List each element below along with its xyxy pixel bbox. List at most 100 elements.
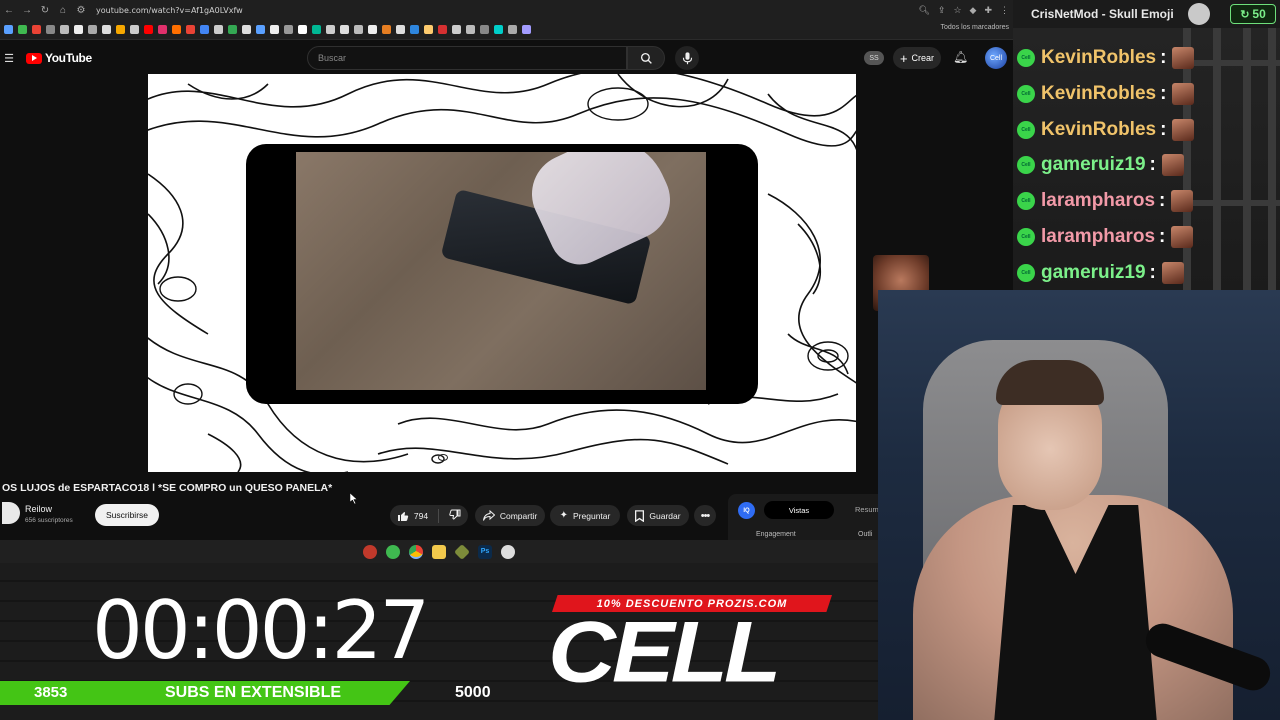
chat-username[interactable]: KevinRobles <box>1041 83 1156 105</box>
chat-username[interactable]: KevinRobles <box>1041 119 1156 141</box>
microphone-icon <box>682 51 692 64</box>
bookmark-icon[interactable] <box>32 25 41 34</box>
channel-name[interactable]: Reilow <box>25 504 52 514</box>
bookmark-icon[interactable] <box>256 25 265 34</box>
streamer-brand-logo: CELL <box>548 603 781 700</box>
video-player[interactable] <box>148 74 856 472</box>
bookmark-icon[interactable] <box>466 25 475 34</box>
bookmark-icon[interactable] <box>424 25 433 34</box>
xbox-app-icon[interactable] <box>386 544 400 559</box>
bookmark-icon[interactable] <box>60 25 69 34</box>
home-icon[interactable]: ⌂ <box>54 0 72 20</box>
bookmark-icon[interactable] <box>18 25 27 34</box>
hamburger-menu-icon[interactable]: ☰ <box>2 52 16 65</box>
channel-points-badge[interactable]: ↻ 50 <box>1230 4 1276 24</box>
bookmark-icon[interactable] <box>438 25 447 34</box>
bookmark-icon[interactable] <box>74 25 83 34</box>
bookmark-icon[interactable] <box>298 25 307 34</box>
like-button[interactable]: 794 <box>397 510 428 522</box>
bookmark-icon <box>635 509 645 522</box>
tab-views[interactable]: Vistas <box>764 501 834 519</box>
back-icon[interactable]: ← <box>0 0 18 20</box>
search-button[interactable] <box>627 46 665 70</box>
zoom-icon[interactable]: 🔍︎ <box>918 5 929 16</box>
bookmark-icon[interactable] <box>382 25 391 34</box>
bookmark-icon[interactable] <box>186 25 195 34</box>
subscribe-button[interactable]: Suscribirse <box>95 504 159 526</box>
photoshop-app-icon[interactable]: Ps <box>478 544 492 559</box>
bookmark-icon[interactable] <box>200 25 209 34</box>
bookmark-icon[interactable] <box>242 25 251 34</box>
site-info-icon[interactable]: ⚙ <box>72 0 90 20</box>
ask-button[interactable]: ✦ Preguntar <box>550 505 620 526</box>
bookmark-icon[interactable] <box>508 25 517 34</box>
account-avatar[interactable]: Cell <box>985 47 1007 69</box>
bookmark-icon[interactable] <box>214 25 223 34</box>
bookmark-icon[interactable] <box>130 25 139 34</box>
file-explorer-icon[interactable] <box>432 544 446 559</box>
engagement-label[interactable]: Engagement <box>756 531 796 538</box>
chat-username[interactable]: gameruiz19 <box>1041 154 1146 176</box>
bookmark-icon[interactable] <box>354 25 363 34</box>
bookmark-star-icon[interactable]: ☆ <box>953 5 961 16</box>
bookmark-icon[interactable] <box>158 25 167 34</box>
url-text[interactable]: youtube.com/watch?v=Af1gA0LVxfw <box>96 6 243 15</box>
chrome-app-icon[interactable] <box>409 544 423 559</box>
extension-icon[interactable]: ◆ <box>970 5 977 16</box>
search-input[interactable]: Buscar <box>307 46 627 70</box>
obs-app-icon[interactable] <box>501 544 515 559</box>
forward-icon[interactable]: → <box>18 0 36 20</box>
bookmark-icon[interactable] <box>480 25 489 34</box>
chat-header: CrisNetMod - Skull Emoji ↻ 50 <box>1013 0 1280 28</box>
bookmark-icon[interactable] <box>410 25 419 34</box>
reload-icon[interactable]: ↻ <box>36 0 54 20</box>
ss-extension-badge[interactable]: SS <box>864 51 884 65</box>
bookmark-icon[interactable] <box>144 25 153 34</box>
bookmark-icon[interactable] <box>368 25 377 34</box>
bookmark-icon[interactable] <box>452 25 461 34</box>
bookmark-icon[interactable] <box>494 25 503 34</box>
bookmark-icon[interactable] <box>312 25 321 34</box>
chat-message: Cell gameruiz19: <box>1017 258 1184 288</box>
more-actions-button[interactable]: ••• <box>694 505 716 526</box>
bookmarks-folder[interactable]: Todos los marcadores <box>941 24 1009 31</box>
bookmark-icon[interactable] <box>88 25 97 34</box>
save-label: Guardar <box>649 510 681 521</box>
chat-message: Cell KevinRobles: <box>1017 43 1195 73</box>
chat-username[interactable]: KevinRobles <box>1041 47 1156 69</box>
dislike-button[interactable] <box>449 509 461 523</box>
bookmark-icon[interactable] <box>284 25 293 34</box>
bookmark-icon[interactable] <box>270 25 279 34</box>
analytics-logo[interactable]: IQ <box>738 502 755 519</box>
minecraft-app-icon[interactable] <box>454 543 470 560</box>
youtube-logo[interactable]: YouTube <box>26 51 92 65</box>
bookmark-icon[interactable] <box>228 25 237 34</box>
bookmark-icon[interactable] <box>46 25 55 34</box>
create-button[interactable]: + Crear <box>893 47 941 69</box>
chat-emote-icon <box>1171 226 1194 248</box>
bookmark-icon[interactable] <box>116 25 125 34</box>
recorder-app-icon[interactable] <box>363 544 377 559</box>
outline-label[interactable]: Outli <box>858 531 872 538</box>
chat-username[interactable]: larampharos <box>1041 226 1155 248</box>
bookmark-icon[interactable] <box>340 25 349 34</box>
chat-username[interactable]: gameruiz19 <box>1041 262 1146 284</box>
save-button[interactable]: Guardar <box>627 505 689 526</box>
bookmark-icon[interactable] <box>4 25 13 34</box>
browser-window: ← → ↻ ⌂ ⚙ youtube.com/watch?v=Af1gA0LVxf… <box>0 0 1013 540</box>
tab-summary[interactable]: Resum <box>855 505 878 514</box>
bookmark-icon[interactable] <box>102 25 111 34</box>
share-page-icon[interactable]: ⇪ <box>938 5 946 16</box>
share-button[interactable]: Compartir <box>475 505 545 526</box>
bookmark-icon[interactable] <box>522 25 531 34</box>
bookmark-icon[interactable] <box>326 25 335 34</box>
bookmark-icon[interactable] <box>172 25 181 34</box>
voice-search-button[interactable] <box>675 46 699 70</box>
notifications-bell-icon[interactable]: 🔔︎ <box>953 50 968 64</box>
extensions-puzzle-icon[interactable]: ✚ <box>984 5 992 16</box>
menu-icon[interactable]: ⋮ <box>1000 5 1009 16</box>
chat-username[interactable]: larampharos <box>1041 190 1155 212</box>
channel-avatar[interactable] <box>2 502 20 524</box>
chat-separator: : <box>1149 154 1156 176</box>
bookmark-icon[interactable] <box>396 25 405 34</box>
